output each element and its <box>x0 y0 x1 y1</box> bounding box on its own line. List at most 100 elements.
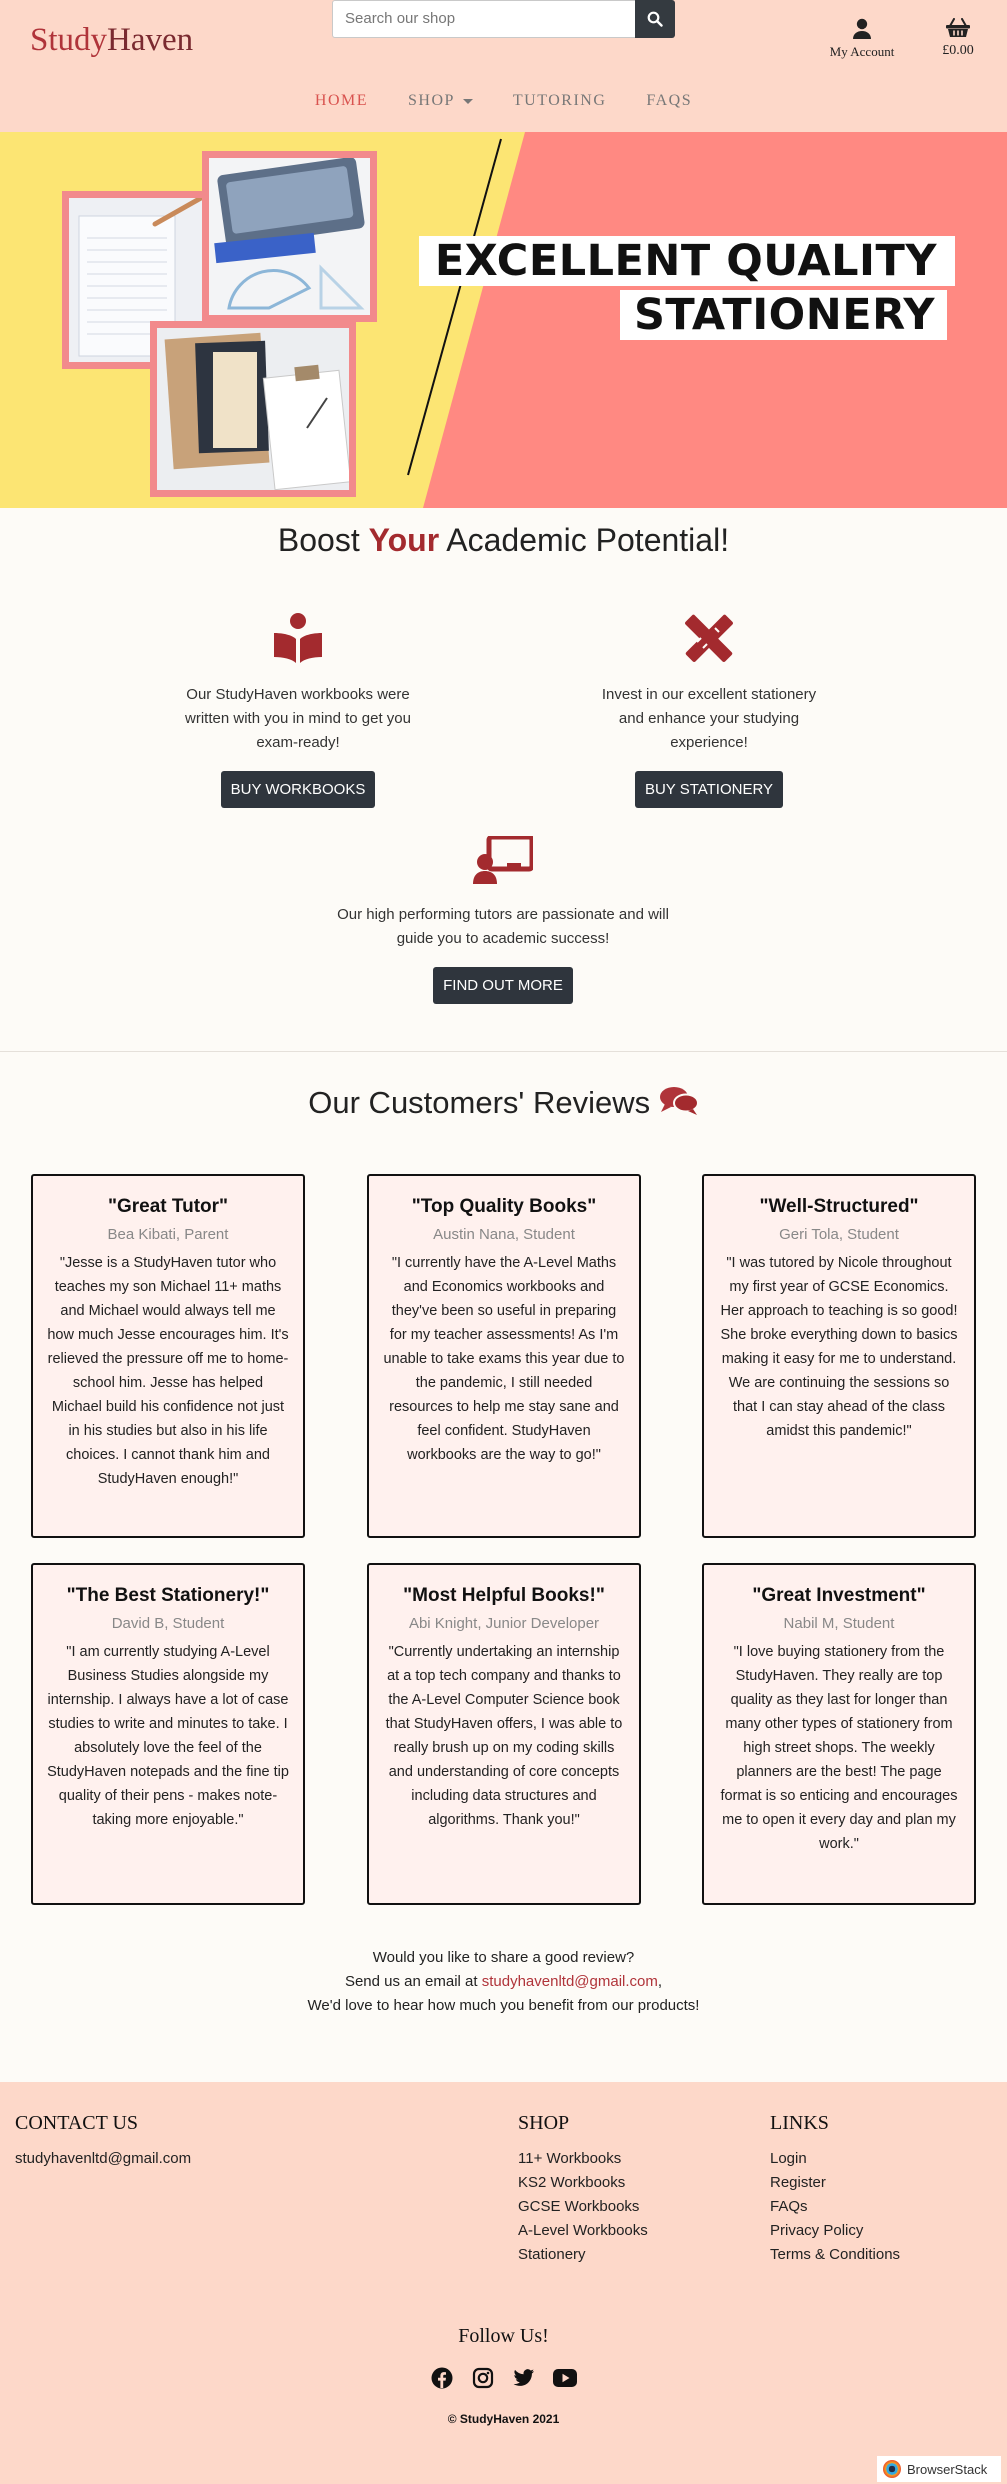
review-text: "Currently undertaking an internship at … <box>385 1644 623 1828</box>
main-nav: HOME SHOP TUTORING FAQS <box>0 92 1007 110</box>
footer-contact-heading: CONTACT US <box>15 2112 139 2134</box>
review-title: "Great Tutor" <box>107 1196 229 1217</box>
cart-total: £0.00 <box>942 43 974 58</box>
footer-link[interactable]: Terms & Conditions <box>770 2243 900 2267</box>
chalkboard-teacher-icon <box>473 834 535 884</box>
search-icon <box>647 11 663 27</box>
nav-shop-label: SHOP <box>408 92 455 109</box>
review-card: "Most Helpful Books!" Abi Knight, Junior… <box>367 1563 641 1905</box>
nav-shop[interactable]: SHOP <box>388 92 493 110</box>
cart-link[interactable]: £0.00 <box>928 18 988 59</box>
books-clipboard-photo <box>150 321 356 497</box>
review-text: "Jesse is a StudyHaven tutor who teaches… <box>47 1255 289 1487</box>
copyright: © StudyHaven 2021 <box>447 2412 560 2426</box>
user-icon <box>853 18 871 39</box>
footer-shop-link[interactable]: 11+ Workbooks <box>518 2147 648 2171</box>
review-author: Austin Nana, Student <box>433 1226 575 1243</box>
review-text: "I was tutored by Nicole throughout my f… <box>720 1255 958 1439</box>
comments-icon <box>659 1087 699 1115</box>
footer-contact: CONTACT US studyhavenltd@gmail.com <box>15 2112 191 2171</box>
twitter-icon[interactable] <box>512 2366 536 2390</box>
browserstack-label: BrowserStack <box>907 2461 988 2477</box>
logo-part-study: Study <box>30 22 108 58</box>
review-title: "Great Investment" <box>752 1585 926 1606</box>
search-bar: Search our shop <box>332 0 675 38</box>
footer-contact-email[interactable]: studyhavenltd@gmail.com <box>15 2147 191 2171</box>
review-text: "I am currently studying A-Level Busines… <box>47 1644 289 1828</box>
footer-shop-link[interactable]: A-Level Workbooks <box>518 2219 648 2243</box>
review-title: "Well-Structured" <box>759 1196 919 1217</box>
feature-workbooks: Our StudyHaven workbooks were written wi… <box>178 612 418 808</box>
youtube-icon[interactable] <box>553 2366 577 2390</box>
share-email-link[interactable]: studyhavenltd@gmail.com <box>482 1973 658 1990</box>
review-card: "The Best Stationery!" David B, Student … <box>31 1563 305 1905</box>
footer-link[interactable]: Register <box>770 2171 900 2195</box>
feature-tutoring-text: Our high performing tutors are passionat… <box>337 906 669 947</box>
browserstack-badge: BrowserStack <box>877 2456 1001 2482</box>
footer-shop: SHOP 11+ Workbooks KS2 Workbooks GCSE Wo… <box>518 2112 648 2267</box>
reviews-heading-text: Our Customers' Reviews <box>308 1085 651 1120</box>
review-card: "Great Tutor" Bea Kibati, Parent "Jesse … <box>31 1174 305 1538</box>
shopping-basket-icon <box>946 18 970 37</box>
boost-highlight: Your <box>368 522 440 558</box>
nav-home[interactable]: HOME <box>295 92 388 110</box>
logo-part-haven: Haven <box>107 22 194 58</box>
my-account-label: My Account <box>829 44 895 59</box>
boost-post: Academic Potential! <box>439 522 730 558</box>
boost-heading: Boost Your Academic Potential! <box>0 522 1007 559</box>
footer-links-heading: LINKS <box>770 2112 829 2134</box>
hero-heading: EXCELLENT QUALITY STATIONERY <box>418 236 955 340</box>
share-line3: We'd love to hear how much you benefit f… <box>307 1997 700 2014</box>
feature-workbooks-text: Our StudyHaven workbooks were written wi… <box>185 686 411 751</box>
buy-stationery-button[interactable]: BUY STATIONERY <box>634 771 784 808</box>
footer-shop-link[interactable]: Stationery <box>518 2243 648 2267</box>
hero-heading-line1: EXCELLENT QUALITY <box>418 236 955 286</box>
nav-tutoring[interactable]: TUTORING <box>493 92 626 110</box>
logo[interactable]: StudyHaven <box>30 22 193 59</box>
review-card: "Great Investment" Nabil M, Student "I l… <box>702 1563 976 1905</box>
review-author: Nabil M, Student <box>783 1615 895 1632</box>
search-input[interactable]: Search our shop <box>332 0 635 38</box>
find-out-more-button[interactable]: FIND OUT MORE <box>433 967 573 1004</box>
review-title: "Top Quality Books" <box>411 1196 597 1217</box>
my-account-link[interactable]: My Account <box>822 18 902 60</box>
social-links <box>0 2366 1007 2390</box>
book-reader-icon <box>274 613 322 663</box>
browserstack-logo-icon <box>883 2460 901 2478</box>
footer-shop-link[interactable]: GCSE Workbooks <box>518 2195 648 2219</box>
pencil-case-photo <box>202 151 377 322</box>
footer-link[interactable]: Login <box>770 2147 900 2171</box>
review-author: Abi Knight, Junior Developer <box>408 1615 600 1632</box>
instagram-icon[interactable] <box>471 2366 495 2390</box>
search-button[interactable] <box>635 0 675 38</box>
review-author: David B, Student <box>111 1615 225 1632</box>
hero-banner: EXCELLENT QUALITY STATIONERY <box>0 132 1007 508</box>
review-card: "Well-Structured" Geri Tola, Student "I … <box>702 1174 976 1538</box>
reviews-heading: Our Customers' Reviews <box>0 1085 1007 1121</box>
footer-link[interactable]: Privacy Policy <box>770 2219 900 2243</box>
site-header: StudyHaven Search our shop My Account £0… <box>0 0 1007 132</box>
feature-stationery: Invest in our excellent stationery and e… <box>589 612 829 808</box>
buy-workbooks-button[interactable]: BUY WORKBOOKS <box>220 771 376 808</box>
hero-heading-line2: STATIONERY <box>619 290 947 340</box>
review-author: Bea Kibati, Parent <box>107 1226 229 1243</box>
share-review-prompt: Would you like to share a good review? S… <box>0 1946 1007 2018</box>
share-line1: Would you like to share a good review? <box>372 1949 635 1966</box>
facebook-icon[interactable] <box>430 2366 454 2390</box>
chevron-down-icon <box>462 98 473 104</box>
review-text: "I currently have the A-Level Maths and … <box>383 1255 625 1463</box>
footer-links: LINKS Login Register FAQs Privacy Policy… <box>770 2112 900 2267</box>
site-footer: CONTACT US studyhavenltd@gmail.com SHOP … <box>0 2082 1007 2484</box>
feature-tutoring: Our high performing tutors are passionat… <box>333 834 673 1004</box>
boost-pre: Boost <box>277 522 369 558</box>
review-card: "Top Quality Books" Austin Nana, Student… <box>367 1174 641 1538</box>
feature-stationery-text: Invest in our excellent stationery and e… <box>601 686 817 751</box>
review-title: "The Best Stationery!" <box>66 1585 270 1606</box>
section-divider <box>0 1051 1007 1052</box>
nav-faqs[interactable]: FAQS <box>626 92 712 110</box>
follow-us-heading: Follow Us! <box>458 2325 549 2347</box>
review-text: "I love buying stationery from the Study… <box>720 1644 958 1852</box>
footer-link[interactable]: FAQs <box>770 2195 900 2219</box>
share-line2-pre: Send us an email at <box>344 1973 482 1990</box>
footer-shop-link[interactable]: KS2 Workbooks <box>518 2171 648 2195</box>
